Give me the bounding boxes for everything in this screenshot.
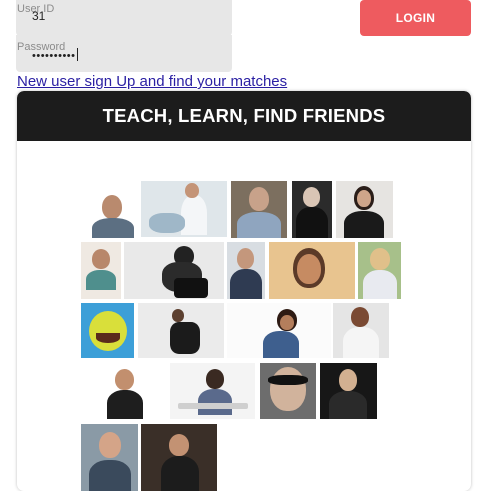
profile-photo[interactable] — [231, 181, 287, 238]
card-header: TEACH, LEARN, FIND FRIENDS — [17, 91, 471, 141]
profile-gallery-card: TEACH, LEARN, FIND FRIENDS — [17, 91, 471, 491]
password-value: •••••••••• — [32, 48, 78, 62]
profile-photo[interactable] — [336, 181, 393, 238]
text-caret — [76, 48, 78, 61]
profile-photo[interactable] — [93, 363, 154, 419]
profile-photo[interactable] — [81, 242, 121, 299]
profile-photo[interactable] — [260, 363, 316, 419]
profile-photo[interactable] — [86, 191, 139, 238]
profile-photo[interactable] — [358, 242, 401, 299]
signup-link[interactable]: New user sign Up and find your matches — [17, 73, 287, 90]
profile-photo[interactable] — [170, 363, 255, 419]
profile-photo[interactable] — [81, 303, 134, 358]
profile-photo[interactable] — [124, 242, 224, 299]
profile-photo[interactable] — [227, 303, 331, 358]
profile-photo[interactable] — [138, 303, 224, 358]
profile-photo[interactable] — [292, 181, 332, 238]
password-field[interactable]: Password •••••••••• — [16, 35, 232, 72]
profile-photo[interactable] — [141, 181, 227, 237]
profile-photo[interactable] — [227, 242, 265, 299]
profile-photo[interactable] — [269, 242, 355, 299]
user-id-value: 31 — [32, 9, 46, 23]
login-button[interactable]: LOGIN — [360, 0, 471, 36]
password-dots: •••••••••• — [32, 50, 76, 62]
user-id-field[interactable]: User ID 31 — [16, 0, 232, 36]
profile-photo[interactable] — [333, 303, 389, 358]
card-title: TEACH, LEARN, FIND FRIENDS — [102, 105, 386, 126]
profile-photo[interactable] — [141, 424, 217, 491]
profile-photo[interactable] — [320, 363, 377, 419]
profile-photo[interactable] — [81, 424, 138, 491]
